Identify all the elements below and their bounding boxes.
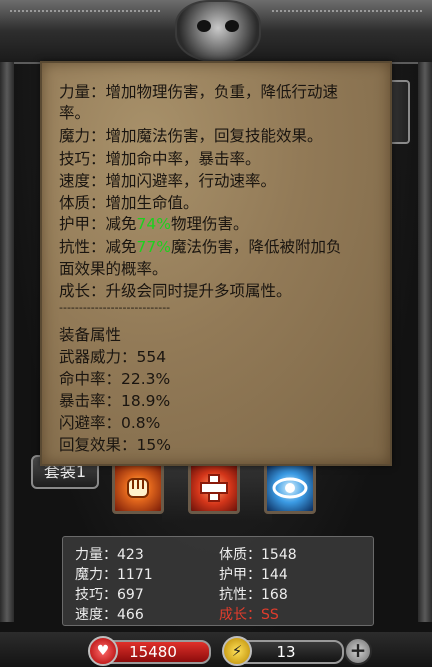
tooltip-resist-line-2: 面效果的概率。 bbox=[59, 260, 168, 278]
tooltip-armor-line: 护甲：减免74%物理伤害。 bbox=[59, 215, 249, 233]
stats-panel: 力量：423 魔力：1171 技巧：697 速度：466 体质：1548 护甲：… bbox=[62, 536, 374, 626]
tooltip-speed-line: 速度：增加闪避率，行动速率。 bbox=[59, 172, 277, 190]
stat-constitution: 体质：1548 bbox=[219, 547, 297, 563]
skull-ornament-icon bbox=[175, 0, 261, 62]
ornate-header bbox=[0, 0, 432, 64]
resist-percent: 77% bbox=[136, 238, 171, 256]
equip-crit-rate: 暴击率：18.9% bbox=[59, 392, 171, 410]
frame-left-border bbox=[0, 62, 14, 622]
stat-strength: 力量：423 bbox=[75, 547, 144, 563]
equip-recovery: 回复效果：15% bbox=[59, 436, 171, 454]
armor-percent: 74% bbox=[136, 215, 171, 233]
frame-right-border bbox=[418, 62, 432, 622]
equip-section-title: 装备属性 bbox=[59, 326, 122, 344]
equip-dodge-rate: 闪避率：0.8% bbox=[59, 414, 161, 432]
tooltip-resist-line-1: 抗性：减免77%魔法伤害，降低被附加负 bbox=[59, 238, 342, 256]
stat-growth: 成长：SS bbox=[219, 607, 279, 623]
add-energy-button[interactable]: + bbox=[344, 637, 372, 665]
tooltip-growth-line: 成长：升级会同时提升多项属性。 bbox=[59, 282, 292, 300]
tooltip-divider: ---------------------------- bbox=[59, 301, 171, 314]
lightning-icon: ⚡ bbox=[222, 636, 252, 666]
heart-icon: ♥ bbox=[88, 636, 118, 666]
stat-speed: 速度：466 bbox=[75, 607, 144, 623]
tooltip-magic-line: 魔力：增加魔法伤害，回复技能效果。 bbox=[59, 127, 323, 145]
chain-decoration-left bbox=[10, 10, 160, 22]
attribute-tooltip: 力量：增加物理伤害，负重，降低行动速 率。 魔力：增加魔法伤害，回复技能效果。 … bbox=[40, 61, 392, 466]
skill-fist-icon[interactable] bbox=[112, 462, 164, 514]
chain-decoration-right bbox=[272, 10, 422, 22]
tooltip-constitution-line: 体质：增加生命值。 bbox=[59, 194, 199, 212]
skill-heal-cross-icon[interactable] bbox=[188, 462, 240, 514]
stat-armor: 护甲：144 bbox=[219, 567, 288, 583]
equip-weapon-power: 武器威力：554 bbox=[59, 348, 167, 366]
stat-skill: 技巧：697 bbox=[75, 587, 144, 603]
stat-resist: 抗性：168 bbox=[219, 587, 288, 603]
tooltip-strength-line-2: 率。 bbox=[59, 104, 91, 122]
tooltip-skill-line: 技巧：增加命中率，暴击率。 bbox=[59, 150, 261, 168]
equip-hit-rate: 命中率：22.3% bbox=[59, 370, 171, 388]
stat-magic: 魔力：1171 bbox=[75, 567, 153, 583]
tooltip-strength-line-1: 力量：增加物理伤害，负重，降低行动速 bbox=[59, 83, 339, 101]
skill-eye-icon[interactable] bbox=[264, 462, 316, 514]
